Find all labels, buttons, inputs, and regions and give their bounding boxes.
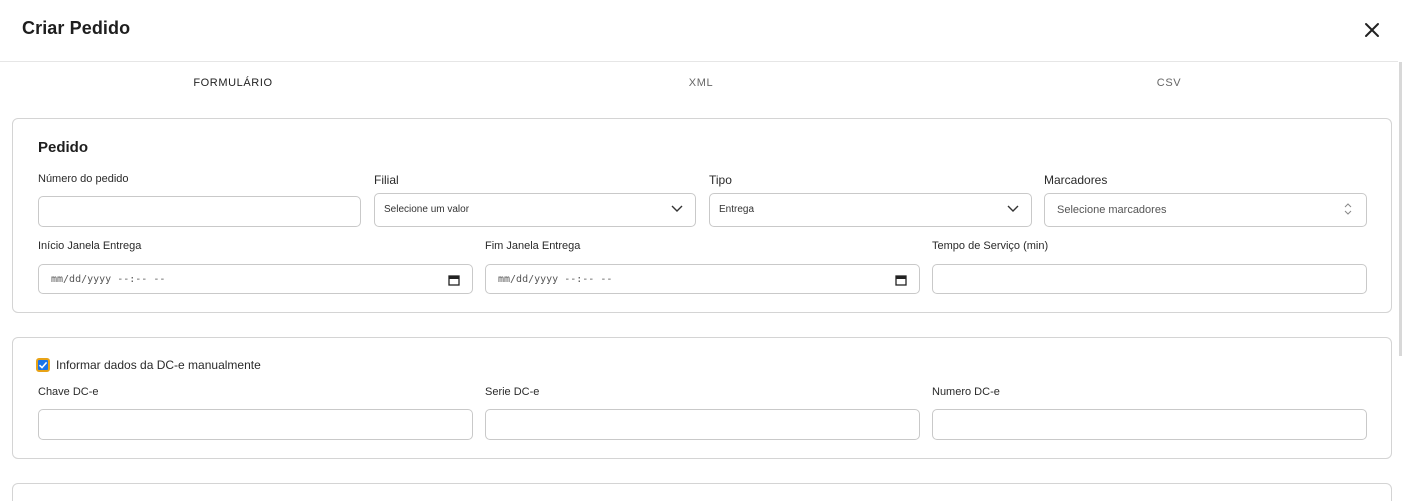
inicio-janela-input[interactable]: mm/dd/yyyy --:-- -- (38, 264, 473, 294)
fim-janela-label: Fim Janela Entrega (485, 240, 581, 252)
pedido-card: Pedido Número do pedido Filial Selecione… (12, 118, 1392, 313)
modal-header: Criar Pedido (0, 0, 1398, 62)
calendar-icon[interactable] (448, 274, 460, 286)
inicio-janela-value: mm/dd/yyyy --:-- -- (51, 274, 166, 285)
numero-dce-input[interactable] (932, 409, 1367, 440)
tipo-label: Tipo (709, 173, 732, 187)
tab-csv[interactable]: CSV (936, 62, 1402, 104)
tipo-select[interactable]: Entrega (709, 193, 1032, 227)
chave-dce-label: Chave DC-e (38, 386, 99, 398)
serie-dce-label: Serie DC-e (485, 386, 540, 398)
filial-label: Filial (374, 173, 399, 187)
modal-title: Criar Pedido (22, 18, 131, 38)
dce-manual-label: Informar dados da DC-e manualmente (56, 358, 261, 372)
tipo-selected-value: Entrega (719, 204, 755, 215)
calendar-icon[interactable] (895, 274, 907, 286)
tempo-servico-input[interactable] (932, 264, 1367, 294)
marcadores-placeholder: Selecione marcadores (1057, 204, 1167, 216)
inicio-janela-label: Início Janela Entrega (38, 240, 142, 252)
create-order-modal: Criar Pedido FORMULÁRIO XML CSV Pedido N… (0, 0, 1402, 501)
next-section-card (12, 483, 1392, 501)
dce-manual-checkbox[interactable] (36, 358, 50, 372)
fim-janela-input[interactable]: mm/dd/yyyy --:-- -- (485, 264, 920, 294)
filial-selected-value: Selecione um valor (384, 204, 470, 215)
marcadores-label: Marcadores (1044, 173, 1108, 187)
chave-dce-input[interactable] (38, 409, 473, 440)
tab-formulario[interactable]: FORMULÁRIO (0, 62, 466, 104)
pedido-section-title: Pedido (38, 139, 89, 156)
filial-select[interactable]: Selecione um valor (374, 193, 696, 227)
close-icon[interactable] (1362, 20, 1382, 40)
numero-pedido-label: Número do pedido (38, 173, 129, 185)
numero-dce-label: Numero DC-e (932, 386, 1000, 398)
marcadores-select[interactable]: Selecione marcadores (1044, 193, 1367, 227)
tempo-servico-label: Tempo de Serviço (min) (932, 240, 1049, 252)
fim-janela-value: mm/dd/yyyy --:-- -- (498, 274, 613, 285)
chevron-down-icon (1007, 205, 1019, 212)
serie-dce-input[interactable] (485, 409, 920, 440)
tab-xml[interactable]: XML (468, 62, 934, 104)
dce-card: Informar dados da DC-e manualmente Chave… (12, 337, 1392, 459)
chevron-updown-icon (1344, 203, 1352, 215)
numero-pedido-input[interactable] (38, 196, 361, 227)
tab-bar: FORMULÁRIO XML CSV (0, 62, 1398, 106)
chevron-down-icon (671, 205, 683, 212)
checkmark-icon (38, 361, 48, 369)
